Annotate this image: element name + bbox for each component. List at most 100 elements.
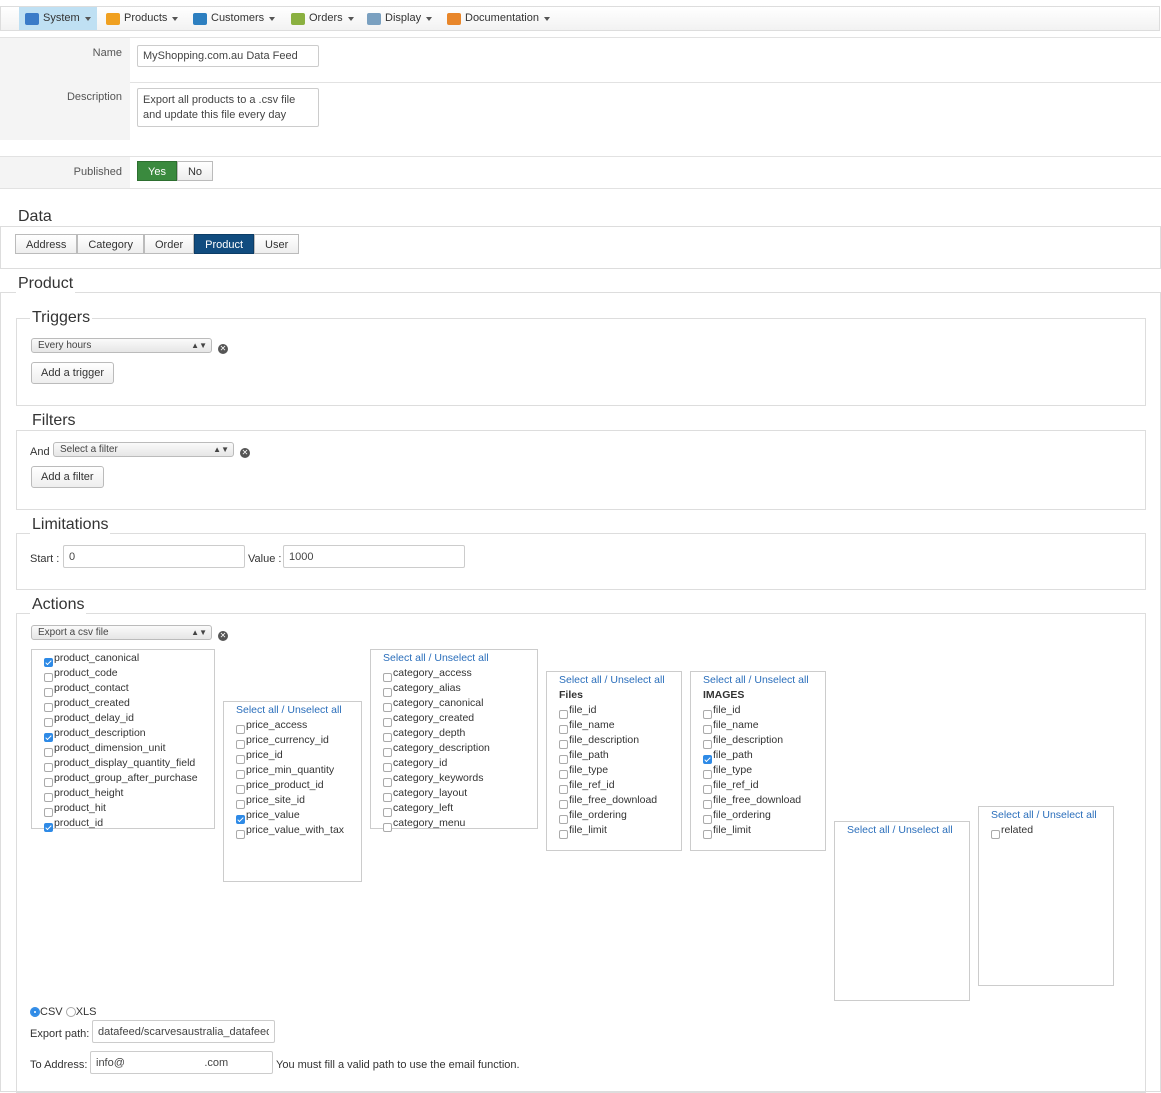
field-checkbox[interactable] [236, 800, 245, 809]
field-checkbox[interactable] [383, 763, 392, 772]
field-checkbox[interactable] [383, 808, 392, 817]
to-address-input[interactable] [90, 1051, 273, 1074]
field-checkbox[interactable] [44, 688, 53, 697]
field-checkbox[interactable] [559, 830, 568, 839]
value-input[interactable] [283, 545, 465, 568]
csv-radio[interactable] [30, 1007, 40, 1018]
field-checkbox[interactable] [703, 710, 712, 719]
field-checkbox[interactable] [703, 740, 712, 749]
xls-radio[interactable] [65, 1007, 76, 1018]
field-checkbox[interactable] [236, 770, 245, 779]
select-all-link[interactable]: Select all [559, 674, 602, 686]
field-checkbox[interactable] [44, 658, 53, 667]
field-checkbox[interactable] [44, 763, 53, 772]
field-checkbox[interactable] [236, 830, 245, 839]
tab-category[interactable]: Category [77, 234, 144, 254]
field-checkbox[interactable] [559, 815, 568, 824]
nav-system[interactable]: System [19, 7, 97, 30]
description-textarea[interactable]: Export all products to a .csv file and u… [137, 88, 319, 127]
field-checkbox[interactable] [559, 755, 568, 764]
field-checkbox[interactable] [703, 755, 712, 764]
field-checkbox[interactable] [44, 823, 53, 832]
select-all-link[interactable]: Select all [383, 652, 426, 664]
select-all-link[interactable]: Select all [236, 704, 279, 716]
field-checkbox[interactable] [383, 793, 392, 802]
field-checkbox[interactable] [559, 770, 568, 779]
unselect-all-link[interactable]: Unselect all [287, 704, 341, 716]
field-checkbox[interactable] [44, 703, 53, 712]
field-checkbox[interactable] [236, 740, 245, 749]
nav-display[interactable]: Display [361, 7, 438, 30]
select-all-link[interactable]: Select all [991, 809, 1034, 821]
unselect-all-link[interactable]: Unselect all [1042, 809, 1096, 821]
trigger-select[interactable]: Every hours ▲▼ [31, 338, 212, 353]
nav-orders[interactable]: Orders [285, 7, 360, 30]
field-item: related [991, 823, 1113, 839]
field-checkbox[interactable] [383, 673, 392, 682]
field-checkbox[interactable] [383, 748, 392, 757]
field-checkbox[interactable] [44, 793, 53, 802]
field-checkbox[interactable] [559, 725, 568, 734]
export-path-input[interactable] [92, 1020, 275, 1043]
field-label: file_type [713, 764, 753, 776]
field-checkbox[interactable] [44, 748, 53, 757]
unselect-all-link[interactable]: Unselect all [610, 674, 664, 686]
field-checkbox[interactable] [383, 688, 392, 697]
add-trigger-button[interactable]: Add a trigger [31, 362, 114, 384]
field-checkbox[interactable] [991, 830, 1000, 839]
field-checkbox[interactable] [559, 800, 568, 809]
nav-label: Customers [211, 12, 265, 24]
remove-trigger-icon[interactable]: ✕ [218, 344, 228, 354]
field-checkbox[interactable] [559, 785, 568, 794]
field-checkbox[interactable] [44, 778, 53, 787]
select-all-link[interactable]: Select all [703, 674, 746, 686]
trigger-select-value: Every hours [38, 340, 92, 351]
action-select[interactable]: Export a csv file ▲▼ [31, 625, 212, 640]
unselect-all-link[interactable]: Unselect all [898, 824, 952, 836]
published-no-button[interactable]: No [176, 161, 214, 181]
field-checkbox[interactable] [383, 703, 392, 712]
remove-action-icon[interactable]: ✕ [218, 631, 228, 641]
unselect-all-link[interactable]: Unselect all [754, 674, 808, 686]
remove-filter-icon[interactable]: ✕ [240, 448, 250, 458]
limitations-legend: Limitations [30, 516, 111, 534]
tab-product[interactable]: Product [194, 234, 255, 254]
nav-documentation[interactable]: Documentation [441, 7, 556, 30]
nav-label: Display [385, 12, 422, 24]
published-yes-button[interactable]: Yes [137, 161, 177, 181]
name-input[interactable] [137, 45, 319, 67]
nav-customers[interactable]: Customers [187, 7, 281, 30]
field-item: file_id [703, 703, 825, 719]
field-checkbox[interactable] [383, 718, 392, 727]
select-all-link[interactable]: Select all [847, 824, 890, 836]
field-checkbox[interactable] [44, 673, 53, 682]
field-checkbox[interactable] [236, 785, 245, 794]
start-input[interactable] [63, 545, 245, 568]
field-checkbox[interactable] [703, 800, 712, 809]
add-filter-button[interactable]: Add a filter [31, 466, 104, 488]
field-checkbox[interactable] [44, 718, 53, 727]
field-checkbox[interactable] [236, 725, 245, 734]
field-checkbox[interactable] [383, 823, 392, 832]
filter-select[interactable]: Select a filter ▲▼ [53, 442, 234, 457]
tab-order[interactable]: Order [144, 234, 195, 254]
field-checkbox[interactable] [703, 815, 712, 824]
unselect-all-link[interactable]: Unselect all [434, 652, 488, 664]
field-item: file_limit [703, 823, 825, 839]
field-checkbox[interactable] [559, 740, 568, 749]
tab-address[interactable]: Address [15, 234, 78, 254]
field-checkbox[interactable] [383, 733, 392, 742]
field-checkbox[interactable] [703, 830, 712, 839]
tab-user[interactable]: User [254, 234, 300, 254]
nav-products[interactable]: Products [100, 7, 184, 30]
field-checkbox[interactable] [236, 755, 245, 764]
field-label: category_created [393, 712, 475, 724]
field-checkbox[interactable] [236, 815, 245, 824]
field-checkbox[interactable] [44, 733, 53, 742]
field-checkbox[interactable] [383, 778, 392, 787]
field-checkbox[interactable] [44, 808, 53, 817]
field-checkbox[interactable] [703, 770, 712, 779]
field-checkbox[interactable] [703, 725, 712, 734]
field-checkbox[interactable] [559, 710, 568, 719]
field-checkbox[interactable] [703, 785, 712, 794]
